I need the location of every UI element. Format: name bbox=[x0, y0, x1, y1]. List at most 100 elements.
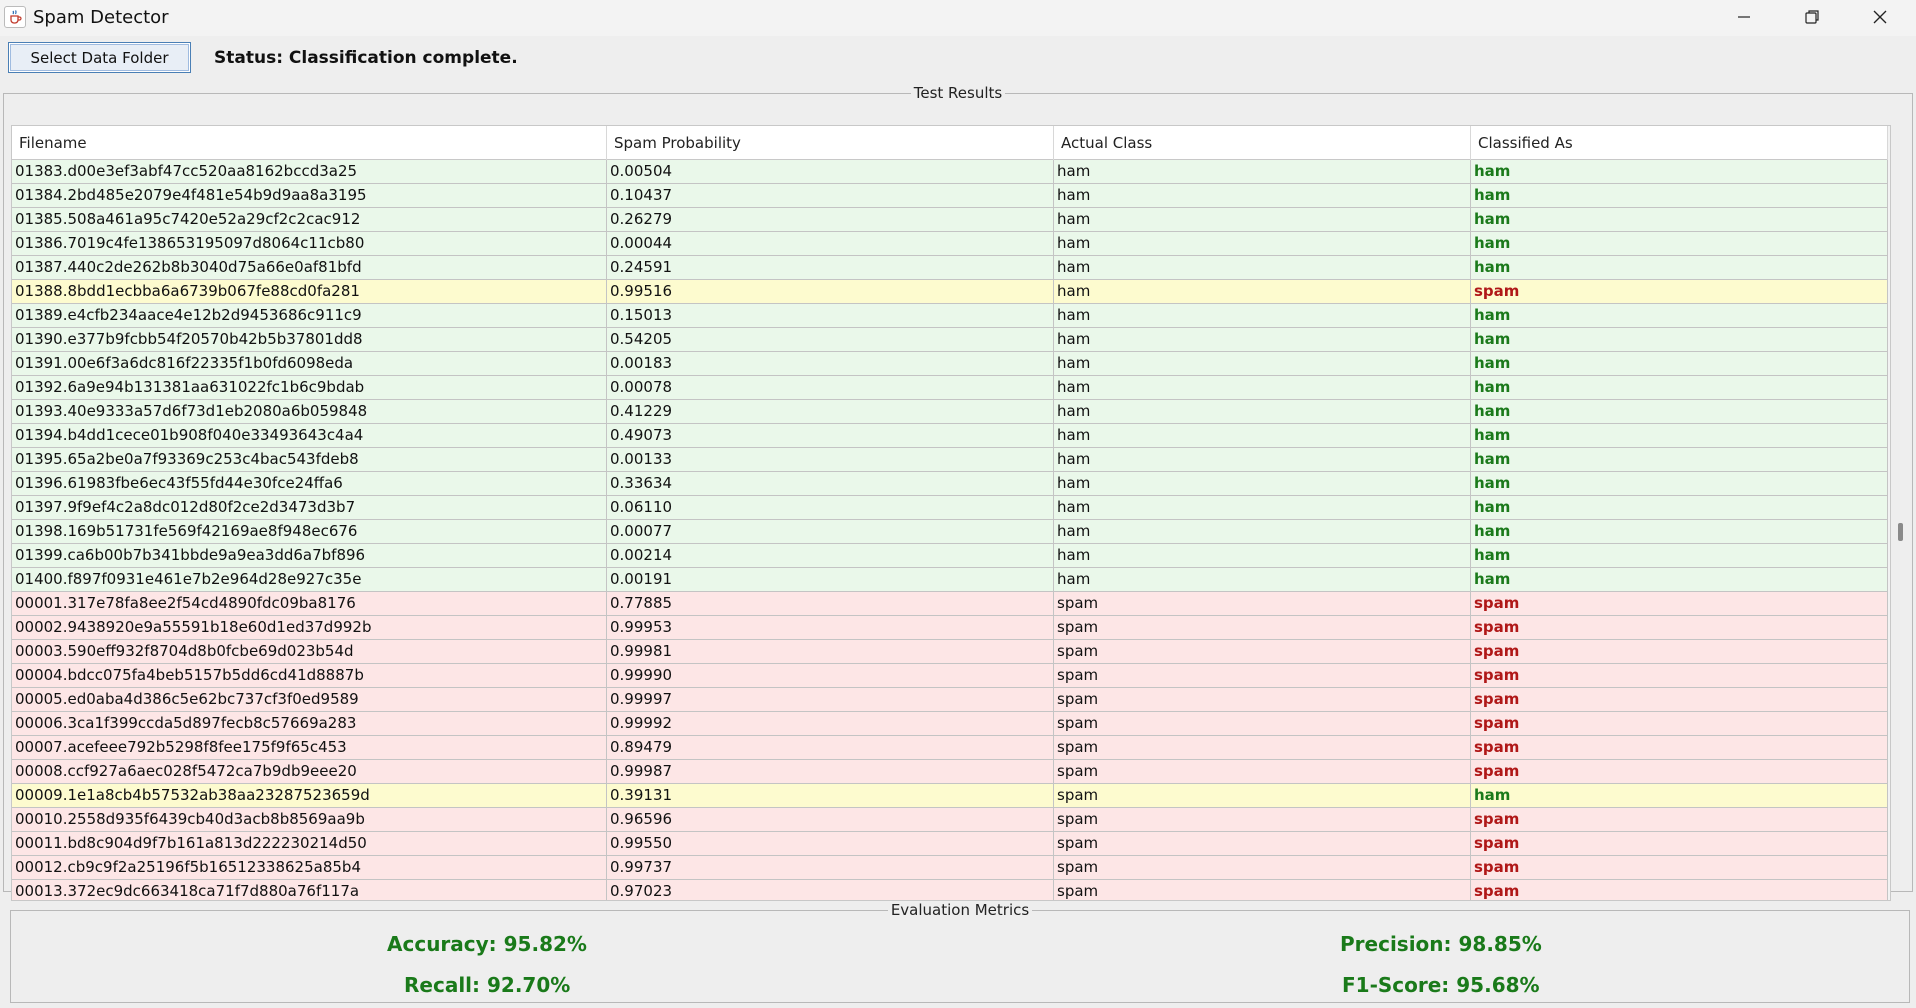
filename-cell: 01383.d00e3ef3abf47cc520aa8162bccd3a25 bbox=[12, 160, 607, 183]
classified-as-cell: spam bbox=[1471, 832, 1888, 855]
filename-cell: 01395.65a2be0a7f93369c253c4bac543fdeb8 bbox=[12, 448, 607, 471]
table-body: 01383.d00e3ef3abf47cc520aa8162bccd3a25 0.… bbox=[12, 160, 1888, 900]
filename-cell: 00005.ed0aba4d386c5e62bc737cf3f0ed9589 bbox=[12, 688, 607, 711]
filename-cell: 01397.9f9ef4c2a8dc012d80f2ce2d3473d3b7 bbox=[12, 496, 607, 519]
table-row[interactable]: 01387.440c2de262b8b3040d75a66e0af81bfd 0.… bbox=[12, 256, 1888, 280]
spam-probability-cell: 0.06110 bbox=[607, 496, 1054, 519]
select-data-folder-button[interactable]: Select Data Folder bbox=[8, 42, 191, 73]
column-header-spam-probability[interactable]: Spam Probability bbox=[607, 126, 1054, 160]
classified-as-cell: ham bbox=[1471, 400, 1888, 423]
classified-as-cell: ham bbox=[1471, 376, 1888, 399]
table-row[interactable]: 00012.cb9c9f2a25196f5b16512338625a85b4 0.… bbox=[12, 856, 1888, 880]
table-row[interactable]: 00004.bdcc075fa4beb5157b5dd6cd41d8887b 0.… bbox=[12, 664, 1888, 688]
filename-cell: 01394.b4dd1cece01b908f040e33493643c4a4 bbox=[12, 424, 607, 447]
table-row[interactable]: 00005.ed0aba4d386c5e62bc737cf3f0ed9589 0.… bbox=[12, 688, 1888, 712]
actual-class-cell: ham bbox=[1054, 184, 1471, 207]
actual-class-cell: ham bbox=[1054, 400, 1471, 423]
spam-probability-cell: 0.99997 bbox=[607, 688, 1054, 711]
spam-probability-cell: 0.00077 bbox=[607, 520, 1054, 543]
table-row[interactable]: 00008.ccf927a6aec028f5472ca7b9db9eee20 0.… bbox=[12, 760, 1888, 784]
table-row[interactable]: 00003.590eff932f8704d8b0fcbe69d023b54d 0.… bbox=[12, 640, 1888, 664]
title-bar: Spam Detector bbox=[0, 0, 1916, 36]
spam-probability-cell: 0.00133 bbox=[607, 448, 1054, 471]
spam-probability-cell: 0.96596 bbox=[607, 808, 1054, 831]
spam-probability-cell: 0.24591 bbox=[607, 256, 1054, 279]
filename-cell: 01392.6a9e94b131381aa631022fc1b6c9bdab bbox=[12, 376, 607, 399]
toolbar: Select Data Folder Status: Classificatio… bbox=[0, 36, 1916, 82]
filename-cell: 00003.590eff932f8704d8b0fcbe69d023b54d bbox=[12, 640, 607, 663]
table-row[interactable]: 01389.e4cfb234aace4e12b2d9453686c911c9 0.… bbox=[12, 304, 1888, 328]
spam-probability-cell: 0.99953 bbox=[607, 616, 1054, 639]
filename-cell: 01387.440c2de262b8b3040d75a66e0af81bfd bbox=[12, 256, 607, 279]
spam-probability-cell: 0.77885 bbox=[607, 592, 1054, 615]
close-icon[interactable] bbox=[1846, 0, 1914, 34]
table-row[interactable]: 01391.00e6f3a6dc816f22335f1b0fd6098eda 0.… bbox=[12, 352, 1888, 376]
table-row[interactable]: 01386.7019c4fe138653195097d8064c11cb80 0.… bbox=[12, 232, 1888, 256]
spam-probability-cell: 0.54205 bbox=[607, 328, 1054, 351]
table-row[interactable]: 00013.372ec9dc663418ca71f7d880a76f117a 0.… bbox=[12, 880, 1888, 900]
spam-probability-cell: 0.00214 bbox=[607, 544, 1054, 567]
test-results-panel: Test Results Filename Spam Probability A… bbox=[3, 86, 1913, 901]
classified-as-cell: spam bbox=[1471, 808, 1888, 831]
spam-probability-cell: 0.26279 bbox=[607, 208, 1054, 231]
table-row[interactable]: 01400.f897f0931e461e7b2e964d28e927c35e 0.… bbox=[12, 568, 1888, 592]
actual-class-cell: ham bbox=[1054, 544, 1471, 567]
table-header: Filename Spam Probability Actual Class C… bbox=[12, 126, 1888, 160]
table-row[interactable]: 01390.e377b9fcbb54f20570b42b5b37801dd8 0.… bbox=[12, 328, 1888, 352]
scrollbar-thumb[interactable] bbox=[1898, 523, 1903, 541]
table-row[interactable]: 01397.9f9ef4c2a8dc012d80f2ce2d3473d3b7 0.… bbox=[12, 496, 1888, 520]
table-row[interactable]: 01394.b4dd1cece01b908f040e33493643c4a4 0.… bbox=[12, 424, 1888, 448]
evaluation-metrics-title: Evaluation Metrics bbox=[890, 901, 1030, 919]
table-row[interactable]: 01385.508a461a95c7420e52a29cf2c2cac912 0.… bbox=[12, 208, 1888, 232]
classified-as-cell: ham bbox=[1471, 784, 1888, 807]
classified-as-cell: ham bbox=[1471, 496, 1888, 519]
spam-probability-cell: 0.89479 bbox=[607, 736, 1054, 759]
table-row[interactable]: 00010.2558d935f6439cb40d3acb8b8569aa9b 0.… bbox=[12, 808, 1888, 832]
table-row[interactable]: 01388.8bdd1ecbba6a6739b067fe88cd0fa281 0.… bbox=[12, 280, 1888, 304]
table-row[interactable]: 01393.40e9333a57d6f73d1eb2080a6b059848 0.… bbox=[12, 400, 1888, 424]
spam-probability-cell: 0.39131 bbox=[607, 784, 1054, 807]
table-edge bbox=[1888, 126, 1890, 900]
actual-class-cell: ham bbox=[1054, 160, 1471, 183]
table-row[interactable]: 00001.317e78fa8ee2f54cd4890fdc09ba8176 0.… bbox=[12, 592, 1888, 616]
table-row[interactable]: 00011.bd8c904d9f7b161a813d222230214d50 0.… bbox=[12, 832, 1888, 856]
spam-probability-cell: 0.15013 bbox=[607, 304, 1054, 327]
restore-icon[interactable] bbox=[1778, 0, 1846, 34]
classified-as-cell: ham bbox=[1471, 304, 1888, 327]
actual-class-cell: spam bbox=[1054, 688, 1471, 711]
actual-class-cell: ham bbox=[1054, 352, 1471, 375]
results-table[interactable]: Filename Spam Probability Actual Class C… bbox=[11, 125, 1891, 901]
column-header-actual-class[interactable]: Actual Class bbox=[1054, 126, 1471, 160]
classified-as-cell: ham bbox=[1471, 352, 1888, 375]
filename-cell: 01390.e377b9fcbb54f20570b42b5b37801dd8 bbox=[12, 328, 607, 351]
vertical-scrollbar[interactable] bbox=[1894, 125, 1908, 901]
spam-probability-cell: 0.00504 bbox=[607, 160, 1054, 183]
filename-cell: 00008.ccf927a6aec028f5472ca7b9db9eee20 bbox=[12, 760, 607, 783]
column-header-filename[interactable]: Filename bbox=[12, 126, 607, 160]
table-row[interactable]: 01383.d00e3ef3abf47cc520aa8162bccd3a25 0.… bbox=[12, 160, 1888, 184]
table-row[interactable]: 00002.9438920e9a55591b18e60d1ed37d992b 0.… bbox=[12, 616, 1888, 640]
actual-class-cell: spam bbox=[1054, 712, 1471, 735]
recall-label: Recall: 92.70% bbox=[404, 973, 571, 997]
filename-cell: 00013.372ec9dc663418ca71f7d880a76f117a bbox=[12, 880, 607, 900]
table-row[interactable]: 01398.169b51731fe569f42169ae8f948ec676 0.… bbox=[12, 520, 1888, 544]
precision-label: Precision: 98.85% bbox=[1340, 932, 1542, 956]
classified-as-cell: ham bbox=[1471, 448, 1888, 471]
table-row[interactable]: 00007.acefeee792b5298f8fee175f9f65c453 0.… bbox=[12, 736, 1888, 760]
filename-cell: 00009.1e1a8cb4b57532ab38aa23287523659d bbox=[12, 784, 607, 807]
actual-class-cell: ham bbox=[1054, 280, 1471, 303]
actual-class-cell: spam bbox=[1054, 736, 1471, 759]
table-row[interactable]: 01384.2bd485e2079e4f481e54b9d9aa8a3195 0.… bbox=[12, 184, 1888, 208]
classified-as-cell: spam bbox=[1471, 616, 1888, 639]
classified-as-cell: spam bbox=[1471, 280, 1888, 303]
table-row[interactable]: 01399.ca6b00b7b341bbde9a9ea3dd6a7bf896 0.… bbox=[12, 544, 1888, 568]
table-row[interactable]: 01392.6a9e94b131381aa631022fc1b6c9bdab 0.… bbox=[12, 376, 1888, 400]
table-row[interactable]: 00009.1e1a8cb4b57532ab38aa23287523659d 0.… bbox=[12, 784, 1888, 808]
column-header-classified-as[interactable]: Classified As bbox=[1471, 126, 1888, 160]
actual-class-cell: spam bbox=[1054, 808, 1471, 831]
table-row[interactable]: 01395.65a2be0a7f93369c253c4bac543fdeb8 0.… bbox=[12, 448, 1888, 472]
minimize-icon[interactable] bbox=[1710, 0, 1778, 34]
table-row[interactable]: 01396.61983fbe6ec43f55fd44e30fce24ffa6 0.… bbox=[12, 472, 1888, 496]
table-row[interactable]: 00006.3ca1f399ccda5d897fecb8c57669a283 0.… bbox=[12, 712, 1888, 736]
spam-probability-cell: 0.10437 bbox=[607, 184, 1054, 207]
